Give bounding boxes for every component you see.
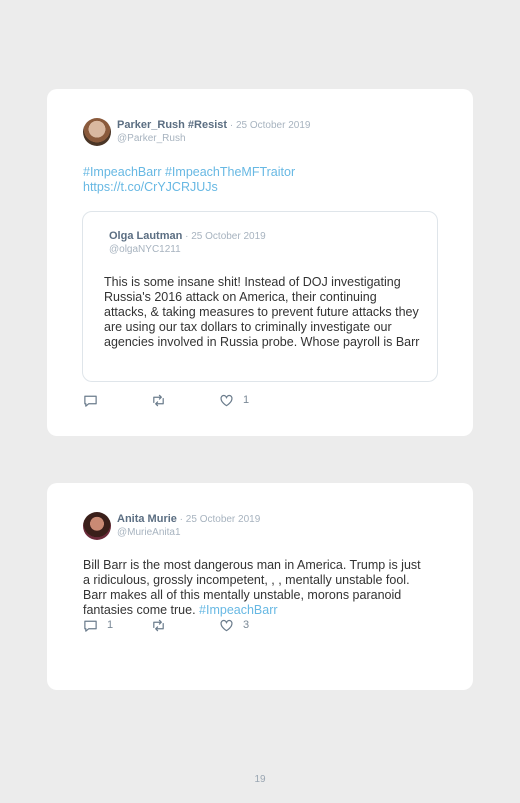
retweet-button[interactable]	[151, 617, 166, 633]
like-icon	[220, 394, 233, 406]
page-number: 19	[254, 774, 266, 785]
quoted-author-name[interactable]: Olga Lautman	[109, 230, 182, 242]
tweet-actions: 1 3	[83, 617, 283, 633]
quoted-author-handle: @olgaNYC1211	[109, 244, 181, 255]
like-button[interactable]: 3	[219, 617, 249, 633]
reply-button[interactable]: 1	[83, 617, 113, 633]
tweet-date: · 25 October 2019	[227, 120, 311, 131]
avatar[interactable]	[83, 118, 111, 146]
author-handle: @Parker_Rush	[117, 133, 186, 144]
quoted-tweet-date: · 25 October 2019	[182, 231, 266, 242]
tweet-actions: 1	[83, 392, 283, 408]
retweet-button[interactable]	[151, 392, 166, 408]
tweet-card: Anita Murie · 25 October 2019 @MurieAnit…	[47, 483, 473, 690]
author-handle: @MurieAnita1	[117, 527, 181, 538]
hashtag-links[interactable]: #ImpeachBarr #ImpeachTheMFTraitor	[83, 165, 443, 180]
tweet-url-link[interactable]: https://t.co/CrYJCRJUJs	[83, 180, 443, 195]
reply-icon	[84, 395, 97, 407]
like-count: 3	[243, 619, 250, 631]
author-name[interactable]: Anita Murie	[117, 513, 177, 525]
hashtag-link[interactable]: #ImpeachBarr	[199, 603, 278, 617]
tweet-date: · 25 October 2019	[176, 514, 261, 525]
author-name[interactable]: Parker_Rush #Resist	[117, 119, 227, 131]
tweet-text: Bill Barr is the most dangerous man in A…	[83, 558, 428, 618]
like-button[interactable]: 1	[219, 392, 249, 408]
reply-button[interactable]	[83, 392, 107, 408]
retweet-icon	[153, 619, 164, 631]
reply-count: 1	[107, 619, 114, 631]
like-count: 1	[243, 394, 250, 406]
tweet-text: #ImpeachBarr #ImpeachTheMFTraitor https:…	[83, 165, 443, 195]
reply-icon	[84, 620, 97, 632]
avatar[interactable]	[83, 512, 111, 540]
tweet-card: Parker_Rush #Resist · 25 October 2019 @P…	[47, 89, 473, 436]
quoted-tweet[interactable]: Olga Lautman · 25 October 2019 @olgaNYC1…	[82, 211, 438, 382]
quoted-tweet-text: This is some insane shit! Instead of DOJ…	[104, 275, 420, 349]
retweet-icon	[153, 394, 164, 406]
like-icon	[220, 619, 233, 631]
